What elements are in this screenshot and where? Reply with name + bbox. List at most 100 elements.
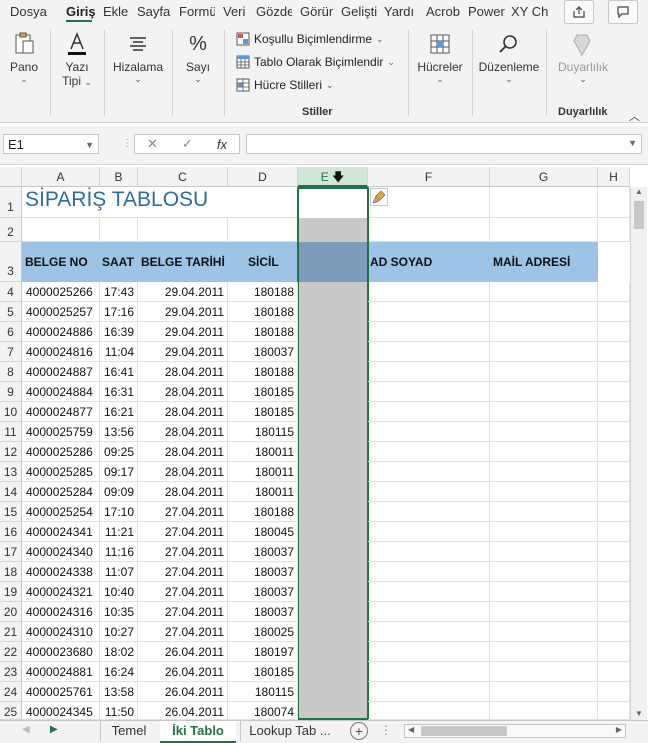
table-cell[interactable] <box>490 342 598 362</box>
table-cell[interactable] <box>490 402 598 422</box>
table-cell[interactable]: 4000024884 <box>22 382 100 402</box>
table-cell[interactable]: 180074 <box>228 702 298 720</box>
sensitivity-button[interactable]: Duyarlılık ⌄ <box>552 28 614 85</box>
table-cell[interactable] <box>490 602 598 622</box>
table-cell[interactable] <box>368 702 490 720</box>
table-cell[interactable] <box>490 462 598 482</box>
table-cell[interactable] <box>368 502 490 522</box>
row-header[interactable]: 25 <box>0 702 22 720</box>
table-cell[interactable] <box>598 282 630 302</box>
add-sheet-button[interactable]: + <box>350 722 368 740</box>
header-belge-tarihi[interactable]: BELGE TARİHİ <box>141 255 225 269</box>
cell-a2[interactable] <box>22 218 100 242</box>
table-cell[interactable]: 4000025284 <box>22 482 100 502</box>
table-cell[interactable] <box>598 542 630 562</box>
scroll-down-icon[interactable]: ▼ <box>635 709 643 718</box>
clipboard-button[interactable]: Pano ⌄ <box>4 28 44 85</box>
table-cell[interactable]: 4000025254 <box>22 502 100 522</box>
table-cell[interactable]: 28.04.2011 <box>138 482 228 502</box>
table-cell[interactable] <box>490 482 598 502</box>
scroll-left-icon[interactable]: ◀ <box>408 725 414 734</box>
table-cell[interactable]: 16:41 <box>100 362 138 382</box>
tab-sayfa[interactable]: Sayfa <box>137 4 171 19</box>
row-header[interactable]: 16 <box>0 522 22 542</box>
row-header[interactable]: 3 <box>0 242 22 282</box>
row-header[interactable]: 19 <box>0 582 22 602</box>
font-button[interactable]: Yazı Tipi ⌄ <box>56 28 98 88</box>
column-header-g[interactable]: G <box>490 167 598 187</box>
table-cell[interactable]: 26.04.2011 <box>138 702 228 720</box>
table-cell[interactable]: 27.04.2011 <box>138 562 228 582</box>
table-cell[interactable]: 180188 <box>228 302 298 322</box>
table-cell[interactable]: 17:10 <box>100 502 138 522</box>
table-cell[interactable] <box>368 682 490 702</box>
table-cell[interactable]: 180115 <box>228 422 298 442</box>
cell-styles-button[interactable]: Hücre Stilleri ⌄ <box>236 78 334 92</box>
table-cell[interactable]: 180037 <box>228 342 298 362</box>
table-cell[interactable]: 4000024321 <box>22 582 100 602</box>
editing-button[interactable]: Düzenleme ⌄ <box>478 28 540 85</box>
table-cell[interactable]: 4000025257 <box>22 302 100 322</box>
cell-g1[interactable] <box>490 187 598 218</box>
column-header-e[interactable]: E 🡇 <box>298 167 368 187</box>
table-cell[interactable]: 180185 <box>228 402 298 422</box>
table-cell[interactable] <box>490 582 598 602</box>
row-header[interactable]: 9 <box>0 382 22 402</box>
table-cell[interactable]: 27.04.2011 <box>138 622 228 642</box>
table-cell[interactable]: 180011 <box>228 442 298 462</box>
table-cell[interactable]: 4000023680 <box>22 642 100 662</box>
scroll-right-icon[interactable]: ▶ <box>616 725 622 734</box>
table-cell[interactable]: 4000024881 <box>22 662 100 682</box>
table-cell[interactable]: 180188 <box>228 502 298 522</box>
table-cell[interactable] <box>490 662 598 682</box>
table-cell[interactable] <box>368 622 490 642</box>
table-cell[interactable]: 180011 <box>228 462 298 482</box>
table-cell[interactable]: 4000024816 <box>22 342 100 362</box>
row-header[interactable]: 4 <box>0 282 22 302</box>
tab-gorunum[interactable]: Görür <box>300 4 335 19</box>
table-cell[interactable] <box>490 702 598 720</box>
table-cell[interactable]: 4000024340 <box>22 542 100 562</box>
row-header[interactable]: 23 <box>0 662 22 682</box>
cell-g2[interactable] <box>490 218 598 242</box>
table-cell[interactable] <box>490 382 598 402</box>
table-cell[interactable] <box>598 622 630 642</box>
table-cell[interactable]: 180037 <box>228 562 298 582</box>
table-cell[interactable]: 27.04.2011 <box>138 582 228 602</box>
row-header[interactable]: 20 <box>0 602 22 622</box>
comments-button[interactable] <box>608 0 638 24</box>
row-header[interactable]: 6 <box>0 322 22 342</box>
table-cell[interactable]: 4000025285 <box>22 462 100 482</box>
table-cell[interactable] <box>368 442 490 462</box>
table-cell[interactable]: 28.04.2011 <box>138 442 228 462</box>
table-cell[interactable]: 180037 <box>228 602 298 622</box>
table-cell[interactable]: 17:16 <box>100 302 138 322</box>
table-cell[interactable]: 28.04.2011 <box>138 462 228 482</box>
header-saat[interactable]: SAAT <box>102 255 134 269</box>
table-cell[interactable] <box>490 302 598 322</box>
cell-c2[interactable] <box>138 218 228 242</box>
table-cell[interactable] <box>368 462 490 482</box>
vertical-scrollbar[interactable]: ▲ ▼ <box>630 187 647 720</box>
tab-ekle[interactable]: Ekle <box>103 4 132 19</box>
table-cell[interactable]: 11:04 <box>100 342 138 362</box>
cell-f2[interactable] <box>368 218 490 242</box>
prev-sheet-icon[interactable]: ◀ <box>22 724 30 735</box>
table-cell[interactable] <box>368 522 490 542</box>
table-cell[interactable] <box>598 522 630 542</box>
table-cell[interactable] <box>598 482 630 502</box>
table-cell[interactable] <box>598 382 630 402</box>
table-cell[interactable]: 13:56 <box>100 422 138 442</box>
table-cell[interactable] <box>598 602 630 622</box>
table-cell[interactable]: 180188 <box>228 282 298 302</box>
tab-formul[interactable]: Formü <box>179 4 215 19</box>
table-cell[interactable]: 29.04.2011 <box>138 342 228 362</box>
enter-icon[interactable]: ✓ <box>182 136 193 152</box>
next-sheet-icon[interactable]: ▶ <box>50 724 58 735</box>
selected-column-e[interactable] <box>298 218 368 720</box>
table-cell[interactable]: 16:31 <box>100 382 138 402</box>
cell-h2[interactable] <box>598 218 630 242</box>
table-cell[interactable]: 16:21 <box>100 402 138 422</box>
row-header[interactable]: 24 <box>0 682 22 702</box>
row-header[interactable]: 14 <box>0 482 22 502</box>
